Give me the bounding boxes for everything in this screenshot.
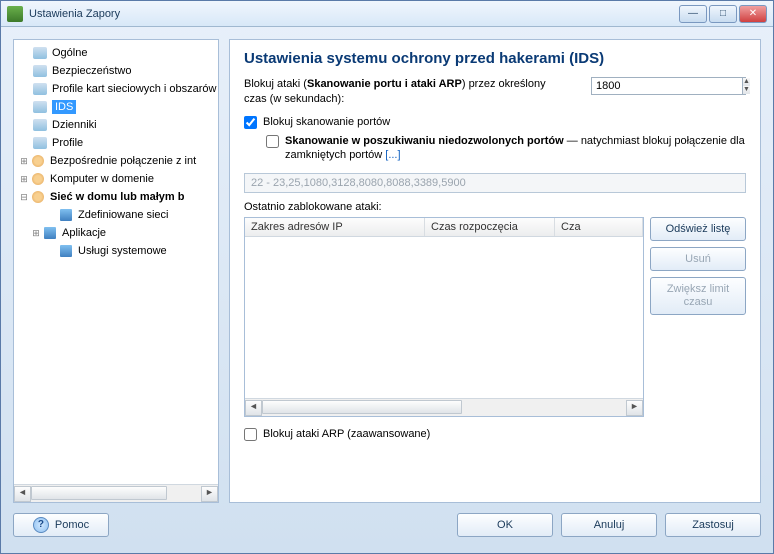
tree-item-direct[interactable]: ⊞Bezpośrednie połączenie z int [14,152,218,170]
scroll-thumb[interactable] [31,486,167,500]
tree-item-apps[interactable]: ⊞Aplikacje [14,224,218,242]
tree-item-domain[interactable]: ⊞Komputer w domenie [14,170,218,188]
page-title: Ustawienia systemu ochrony przed hakeram… [244,50,746,67]
main-panel: Ustawienia systemu ochrony przed hakeram… [229,39,761,503]
recent-attacks-label: Ostatnio zablokowane ataki: [244,201,746,213]
ports-config-link[interactable]: [...] [385,149,400,161]
table-hscroll[interactable]: ◄ ► [245,398,643,416]
sidebar-hscroll[interactable]: ◄ ► [14,484,218,502]
nav-tree: Ogólne Bezpieczeństwo Profile kart sieci… [14,40,218,484]
block-portscan-input[interactable] [244,116,257,129]
block-portscan-checkbox[interactable]: Blokuj skanowanie portów [244,115,746,130]
expand-icon[interactable]: ⊞ [18,156,30,167]
delete-button[interactable]: Usuń [650,247,746,271]
block-arp-input[interactable] [244,428,257,441]
cancel-button[interactable]: Anuluj [561,513,657,537]
timeout-stepper[interactable]: ▲ ▼ [591,77,746,95]
increase-timeout-button[interactable]: Zwiększ limit czasu [650,277,746,315]
th-start-time[interactable]: Czas rozpoczęcia [425,218,555,236]
tree-item-services[interactable]: Usługi systemowe [14,242,218,260]
sidebar: Ogólne Bezpieczeństwo Profile kart sieci… [13,39,219,503]
th-ip-range[interactable]: Zakres adresów IP [245,218,425,236]
scroll-right-icon[interactable]: ► [626,400,643,416]
ok-button[interactable]: OK [457,513,553,537]
spin-up-icon[interactable]: ▲ [742,78,750,86]
expand-icon[interactable]: ⊞ [18,174,30,185]
ports-input[interactable] [244,173,746,193]
attacks-table: Zakres adresów IP Czas rozpoczęcia Cza ◄… [244,217,644,417]
scan-forbidden-checkbox[interactable]: Skanowanie w poszukiwaniu niedozwolonych… [266,134,746,164]
tree-item-profiles[interactable]: Profile [14,134,218,152]
spin-down-icon[interactable]: ▼ [742,86,750,94]
scroll-left-icon[interactable]: ◄ [245,400,262,416]
attacks-table-body [245,237,643,398]
titlebar: Ustawienia Zapory — □ ✕ [1,1,773,27]
tree-item-profiles-nic[interactable]: Profile kart sieciowych i obszarów [14,80,218,98]
scan-forbidden-input[interactable] [266,135,279,148]
help-button[interactable]: ? Pomoc [13,513,109,537]
close-button[interactable]: ✕ [739,5,767,23]
scroll-thumb[interactable] [262,400,462,414]
app-icon [7,6,23,22]
minimize-button[interactable]: — [679,5,707,23]
collapse-icon[interactable]: ⊟ [18,192,30,203]
tree-item-security[interactable]: Bezpieczeństwo [14,62,218,80]
tree-item-home-net[interactable]: ⊟Sieć w domu lub małym b [14,188,218,206]
tree-item-general[interactable]: Ogólne [14,44,218,62]
help-icon: ? [33,517,49,533]
tree-item-logs[interactable]: Dzienniki [14,116,218,134]
block-arp-checkbox[interactable]: Blokuj ataki ARP (zaawansowane) [244,427,746,442]
block-attacks-label: Blokuj ataki (Skanowanie portu i ataki A… [244,77,571,107]
window-title: Ustawienia Zapory [29,8,679,20]
refresh-button[interactable]: Odśwież listę [650,217,746,241]
apply-button[interactable]: Zastosuj [665,513,761,537]
scroll-left-icon[interactable]: ◄ [14,486,31,502]
scroll-right-icon[interactable]: ► [201,486,218,502]
maximize-button[interactable]: □ [709,5,737,23]
timeout-input[interactable] [592,78,742,94]
tree-item-ids[interactable]: IDS [14,98,218,116]
tree-item-defined-nets[interactable]: Zdefiniowane sieci [14,206,218,224]
expand-icon[interactable]: ⊞ [30,228,42,239]
th-time[interactable]: Cza [555,218,643,236]
